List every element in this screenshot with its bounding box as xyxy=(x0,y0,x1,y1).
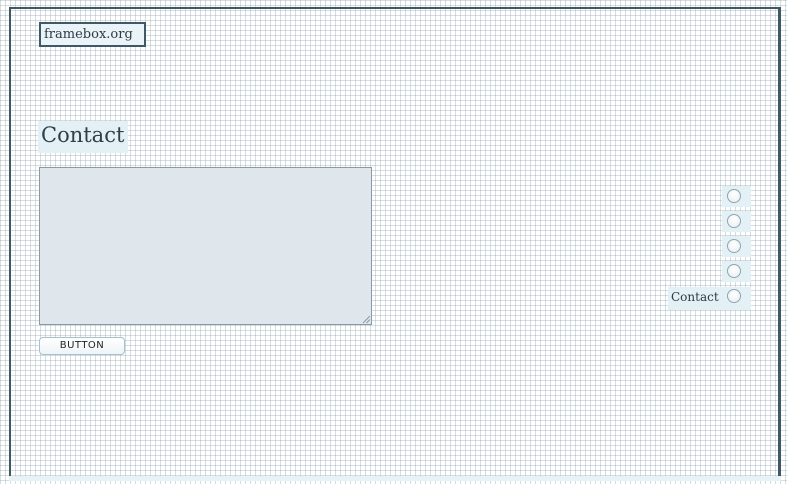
page-title-container: Contact xyxy=(38,121,128,153)
message-textarea[interactable] xyxy=(39,167,372,325)
submit-button[interactable]: BUTTON xyxy=(39,337,125,355)
resize-grip-icon[interactable] xyxy=(362,315,371,324)
radio-option-5-label: Contact xyxy=(671,290,719,304)
bottom-strip xyxy=(9,476,781,481)
radio-option-3[interactable] xyxy=(722,236,751,257)
page-title: Contact xyxy=(41,123,125,147)
radio-circle-icon[interactable] xyxy=(727,264,741,278)
radio-option-2[interactable] xyxy=(722,211,751,232)
radio-option-5[interactable] xyxy=(722,287,751,310)
radio-circle-icon[interactable] xyxy=(727,214,741,228)
radio-option-4[interactable] xyxy=(722,261,751,282)
radio-circle-icon[interactable] xyxy=(727,289,741,303)
site-logo[interactable]: framebox.org xyxy=(39,22,146,47)
radio-circle-icon[interactable] xyxy=(727,239,741,253)
radio-option-1[interactable] xyxy=(722,186,751,207)
radio-circle-icon[interactable] xyxy=(727,189,741,203)
